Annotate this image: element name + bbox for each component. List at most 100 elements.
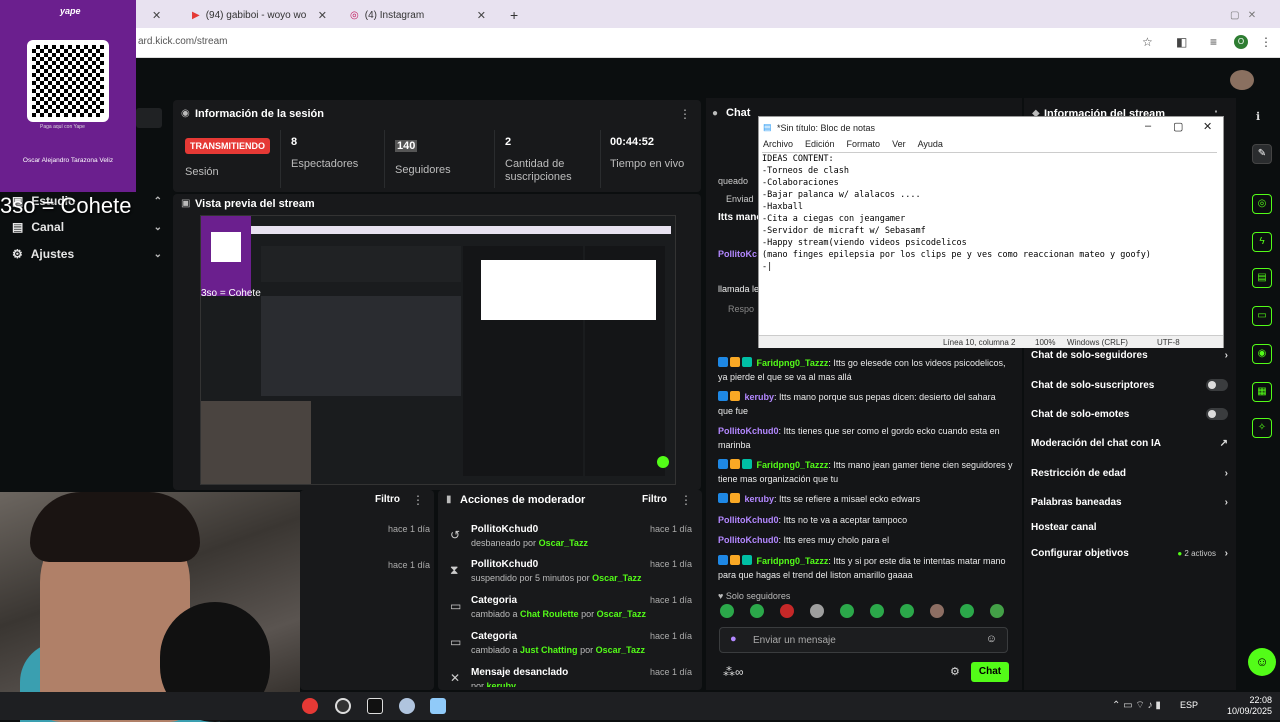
setting-host-channel[interactable]: Hostear canal — [1031, 522, 1228, 533]
chat-username[interactable]: Faridpng0_Tazzz — [757, 460, 829, 470]
tab-kick[interactable]: ✕ — [138, 4, 169, 26]
close-tab-icon[interactable]: ✕ — [318, 9, 327, 22]
emote-icon[interactable] — [780, 604, 794, 618]
mod-by[interactable]: keruby — [487, 681, 517, 687]
emote-icon[interactable] — [720, 604, 734, 618]
chat-username[interactable]: Faridpng0_Tazzz — [757, 556, 829, 566]
mod-target[interactable]: Chat Roulette — [520, 609, 579, 619]
tray-icons[interactable]: ⌃ ▭ ⌔ ♪ ▮ — [1112, 699, 1161, 712]
chrome-icon[interactable] — [302, 698, 318, 714]
sidebar-item-canal[interactable]: ▤ Canal ⌄ — [12, 220, 162, 234]
maximize-icon[interactable]: ▢ — [1173, 120, 1183, 133]
chat-username[interactable]: PollitoKchud0 — [718, 535, 779, 545]
wrench-icon[interactable]: ✧ — [1252, 418, 1272, 438]
extensions-icon[interactable]: ◧ — [1176, 35, 1187, 49]
playlist-icon[interactable]: ≡ — [1210, 35, 1217, 49]
tab-instagram[interactable]: ◎ (4) Instagram ✕ — [342, 4, 496, 26]
microphone-icon[interactable]: ● — [730, 633, 737, 645]
preview-browser-bar — [251, 226, 671, 234]
menu-formato[interactable]: Formato — [847, 139, 881, 149]
chat-username[interactable]: Faridpng0_Tazzz — [757, 358, 829, 368]
avatar[interactable] — [1230, 70, 1254, 90]
emotes-only-toggle[interactable] — [1206, 408, 1228, 420]
emote-icon[interactable] — [900, 604, 914, 618]
keyboard-language[interactable]: ESP — [1180, 700, 1198, 710]
filter-button[interactable]: Filtro — [642, 494, 667, 505]
emote-icon[interactable] — [960, 604, 974, 618]
mod-target[interactable]: Just Chatting — [520, 645, 578, 655]
chat-username[interactable]: keruby — [745, 392, 775, 402]
setting-goals[interactable]: Configurar objetivos ● 2 activos › — [1031, 548, 1228, 559]
setting-followers-only[interactable]: Chat de solo-seguidores › — [1031, 350, 1228, 361]
emote-icon[interactable] — [840, 604, 854, 618]
gear-icon[interactable]: ⚙ — [950, 665, 960, 678]
chat-username[interactable]: PollitoKchud0 — [718, 515, 779, 525]
mod-by[interactable]: Oscar_Tazz — [597, 609, 646, 619]
layout-icon[interactable]: ▦ — [1252, 382, 1272, 402]
menu-ayuda[interactable]: Ayuda — [918, 139, 943, 149]
emote-icon[interactable] — [810, 604, 824, 618]
close-icon[interactable]: ✕ — [1203, 120, 1212, 133]
close-tab-icon[interactable]: ✕ — [477, 9, 486, 22]
setting-ai-moderation[interactable]: Moderación del chat con IA ↗ — [1031, 438, 1228, 449]
menu-archivo[interactable]: Archivo — [763, 139, 793, 149]
tab-youtube[interactable]: ▶ (94) gabiboi - woyo woyo f ✕ — [184, 4, 336, 26]
profile-icon[interactable]: O — [1234, 35, 1248, 49]
more-options-icon[interactable]: ⋮ — [680, 493, 692, 507]
chevron-right-icon: › — [1224, 497, 1228, 508]
subs-only-toggle[interactable] — [1206, 379, 1228, 391]
camera-icon[interactable]: ◎ — [1252, 194, 1272, 214]
menu-ver[interactable]: Ver — [892, 139, 906, 149]
sidebar-item-ajustes[interactable]: ⚙ Ajustes ⌄ — [12, 247, 162, 261]
setting-label: Moderación del chat con IA — [1031, 438, 1162, 449]
menu-icon[interactable]: ⋮ — [1260, 35, 1272, 49]
setting-banned-words[interactable]: Palabras baneadas › — [1031, 497, 1228, 508]
channel-icon: ▤ — [12, 220, 24, 234]
more-options-icon[interactable]: ⋮ — [412, 493, 424, 507]
mod-by[interactable]: Oscar_Tazz — [596, 645, 645, 655]
clock-time: 22:08 — [1249, 695, 1272, 705]
support-chat-icon[interactable]: ☺ — [1248, 648, 1276, 676]
window-controls[interactable]: ▢ ✕ — [1222, 4, 1264, 26]
chat-send-button[interactable]: Chat — [971, 662, 1009, 682]
clock[interactable]: 22:08 10/09/2025 — [1200, 695, 1272, 717]
star-icon[interactable]: ☆ — [1142, 35, 1153, 49]
mod-action: cambiado a — [471, 609, 518, 619]
app-icon[interactable] — [399, 698, 415, 714]
mod-by[interactable]: Oscar_Tazz — [539, 538, 588, 548]
chat-username[interactable]: PollitoKchud0 — [718, 426, 779, 436]
chat-bubble-icon[interactable]: ▭ — [1252, 306, 1272, 326]
edit-icon[interactable]: ✎ — [1252, 144, 1272, 164]
emote-icon[interactable] — [870, 604, 884, 618]
capcut-icon[interactable] — [367, 698, 383, 714]
tab-title: (94) gabiboi - woyo woyo f — [205, 9, 306, 21]
points-icon[interactable]: ⁂∞ — [723, 665, 744, 679]
emote-icon[interactable] — [930, 604, 944, 618]
setting-age-restriction[interactable]: Restricción de edad › — [1031, 468, 1228, 479]
obs-icon[interactable] — [335, 698, 351, 714]
close-tab-icon[interactable]: ✕ — [152, 9, 161, 22]
broadcast-icon[interactable]: ◉ — [1252, 344, 1272, 364]
chat-username[interactable]: keruby — [745, 494, 775, 504]
mod-action: suspendido por 5 minutos por — [471, 573, 590, 583]
filter-button[interactable]: Filtro — [375, 494, 400, 505]
chat-message: PollitoKchud0: Itts tienes que ser como … — [718, 426, 1000, 450]
new-tab-button[interactable]: + — [502, 4, 526, 26]
minimize-icon[interactable]: – — [1145, 120, 1151, 132]
emote-icon[interactable] — [750, 604, 764, 618]
notepad-taskbar-icon[interactable] — [430, 698, 446, 714]
notepad-text-area[interactable]: IDEAS CONTENT: -Torneos de clash -Colabo… — [762, 152, 1217, 322]
chat-input[interactable]: ● Enviar un mensaje ☺ — [719, 627, 1008, 653]
followers-only-notice: ♥ Solo seguidores — [718, 591, 790, 601]
emoji-icon[interactable]: ☺ — [986, 633, 997, 645]
list-icon[interactable]: ▤ — [1252, 268, 1272, 288]
info-icon[interactable]: ℹ — [1256, 110, 1260, 123]
stream-preview[interactable]: 3so = Cohete — [200, 215, 676, 485]
mod-by[interactable]: Oscar_Tazz — [592, 573, 641, 583]
lightning-icon[interactable]: ϟ — [1252, 232, 1272, 252]
more-options-icon[interactable]: ⋮ — [679, 107, 691, 121]
preview-chat-button — [657, 456, 669, 468]
url-input[interactable]: ard.kick.com/stream — [138, 36, 227, 47]
menu-edicion[interactable]: Edición — [805, 139, 835, 149]
emote-icon[interactable] — [990, 604, 1004, 618]
